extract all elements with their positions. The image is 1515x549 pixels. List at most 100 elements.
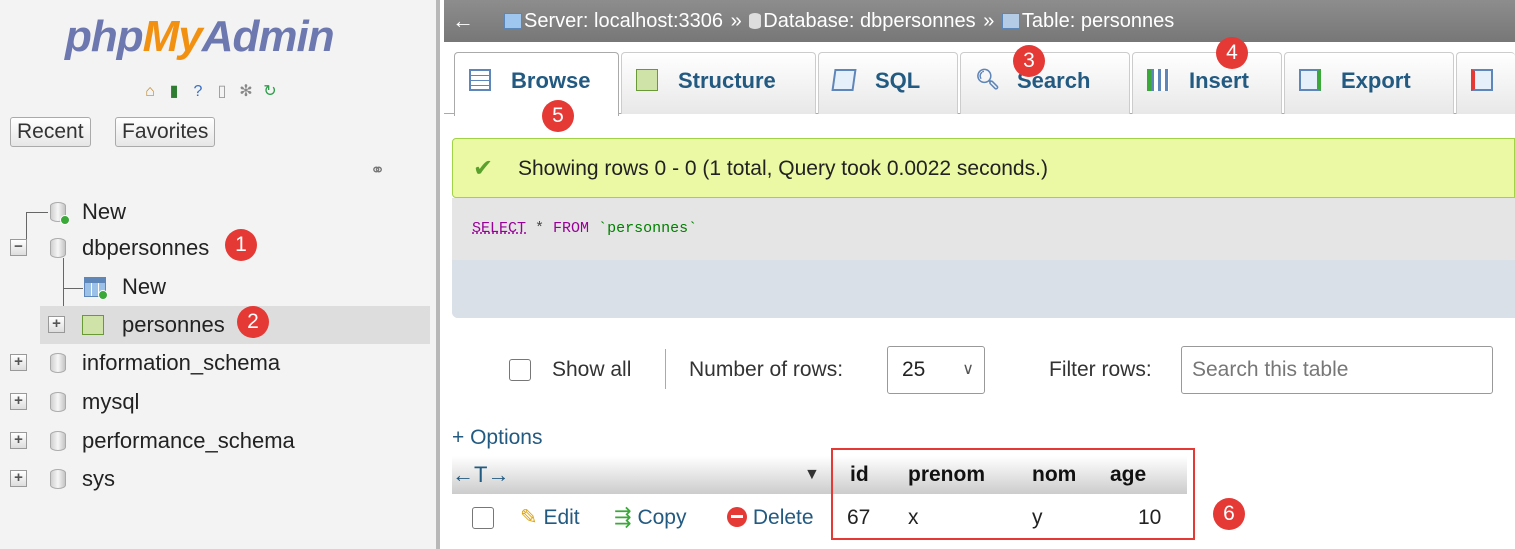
breadcrumb: Server: localhost:3306 » Database: dbper… [504,0,1176,42]
tree-item-label: New [82,199,127,224]
filter-rows-label: Filter rows: [1049,358,1152,381]
breadcrumb-server[interactable]: Server: localhost:3306 [524,10,723,32]
recent-button[interactable]: Recent [10,117,91,147]
expand-icon[interactable]: + [10,393,27,410]
breadcrumb-bar: ← Server: localhost:3306 » Database: dbp… [444,0,1515,42]
tree-item-new-table[interactable]: New [0,268,430,306]
tab-structure[interactable]: Structure [621,52,816,114]
copy-row-button[interactable]: ⇶ Copy [614,494,686,542]
tree-item-personnes[interactable]: + personnes [40,306,430,344]
show-all-checkbox[interactable] [509,359,531,381]
export-icon [1299,69,1321,91]
collapse-icon[interactable]: − [10,239,27,256]
database-icon [50,392,66,412]
tree-item-sys[interactable]: + sys [0,460,430,498]
database-icon [50,353,66,373]
column-resize-arrows-icon[interactable]: ←T→ [452,456,509,494]
annotation-badge-3: 3 [1013,45,1045,77]
tree-item-performance-schema[interactable]: + performance_schema [0,422,430,460]
logo-my-text: My [142,12,203,61]
annotation-badge-4: 4 [1216,37,1248,69]
home-icon[interactable]: ⌂ [140,82,160,102]
expand-icon[interactable]: + [10,432,27,449]
copy-label: Copy [637,506,687,529]
insert-icon [1147,69,1169,91]
database-icon [50,238,66,258]
delete-icon [727,507,747,527]
tab-import-partial[interactable] [1456,52,1515,114]
tree-item-dbpersonnes[interactable]: − dbpersonnes [0,229,430,267]
tab-label: SQL [875,68,921,93]
table-icon [1001,13,1020,29]
sql-query-box: SELECT * FROM `personnes` [452,198,1515,318]
rows-per-page-select[interactable]: 25 ∨ [887,346,985,394]
sql-keyword-select: SELECT [472,220,527,237]
tree-item-label: New [122,274,167,299]
nav-icon-bar: ⌂ ▮ ? ▯ ✻ ↻ [140,82,280,102]
annotation-badge-5: 5 [542,100,574,132]
tree-item-new-database[interactable]: New [0,193,430,231]
sql-icon [831,69,857,91]
tab-browse[interactable]: Browse [454,52,619,116]
database-icon [50,431,66,451]
expand-icon[interactable]: + [10,354,27,371]
tab-label: Export [1341,68,1411,93]
tree-item-information-schema[interactable]: + information_schema [0,344,430,382]
annotation-badge-6: 6 [1213,498,1245,530]
phpmyadmin-logo[interactable]: phpMyAdmin [65,12,335,62]
delete-row-button[interactable]: Delete [727,494,814,542]
tab-bar: Browse Structure SQL 🔍︎ Search Insert Ex… [444,42,1515,116]
tab-label: Structure [678,68,776,93]
sql-star: * [526,220,554,237]
docs-icon[interactable]: ▯ [212,82,232,102]
tree-item-label: sys [82,466,115,491]
filter-rows-input[interactable] [1181,346,1493,394]
tab-insert[interactable]: Insert [1132,52,1282,114]
database-icon [50,469,66,489]
sql-query[interactable]: SELECT * FROM `personnes` [472,220,697,237]
copy-icon: ⇶ [614,506,632,529]
logo-php-text: php [65,12,144,61]
breadcrumb-separator: » [730,10,742,32]
structure-icon [636,69,658,91]
tree-item-label: dbpersonnes [82,235,210,260]
logout-icon[interactable]: ▮ [164,82,184,102]
rows-per-page-value: 25 [902,358,926,381]
tree-item-label: personnes [122,312,225,337]
settings-gear-icon[interactable]: ✻ [236,82,256,102]
tab-sql[interactable]: SQL [818,52,958,114]
options-link[interactable]: + Options [452,426,542,450]
tree-item-mysql[interactable]: + mysql [0,383,430,421]
database-icon [749,13,762,29]
annotation-badge-1: 1 [225,229,257,261]
highlight-box [831,448,1195,540]
back-arrow-icon[interactable]: ← [452,0,474,42]
sql-keyword-from: FROM [553,220,590,237]
link-with-main-panel-icon[interactable]: ⚭ [370,160,385,181]
breadcrumb-table[interactable]: Table: personnes [1022,10,1174,32]
logo-admin-text: Admin [201,12,335,61]
tab-search[interactable]: 🔍︎ Search [960,52,1130,114]
show-all-label: Show all [552,358,632,381]
table-icon [82,315,104,335]
server-icon [504,13,522,29]
divider [665,349,666,389]
success-message: ✔ Showing rows 0 - 0 (1 total, Query too… [452,138,1515,198]
navigation-panel: phpMyAdmin ⌂ ▮ ? ▯ ✻ ↻ Recent Favorites … [0,0,440,549]
help-icon[interactable]: ? [188,82,208,102]
tree-item-label: performance_schema [82,428,295,453]
reload-icon[interactable]: ↻ [260,82,280,102]
tree-item-label: information_schema [82,350,281,375]
breadcrumb-database[interactable]: Database: dbpersonnes [763,10,975,32]
rows-label: Number of rows: [689,358,844,381]
tab-export[interactable]: Export [1284,52,1454,114]
favorites-button[interactable]: Favorites [115,117,216,147]
annotation-badge-2: 2 [237,306,269,338]
row-select-checkbox[interactable] [472,507,494,529]
edit-row-button[interactable]: ✎ Edit [520,494,580,542]
sort-dropdown-icon[interactable]: ▼ [804,456,820,494]
pencil-icon: ✎ [520,506,538,529]
chevron-down-icon: ∨ [962,361,974,378]
expand-icon[interactable]: + [48,316,65,333]
expand-icon[interactable]: + [10,470,27,487]
